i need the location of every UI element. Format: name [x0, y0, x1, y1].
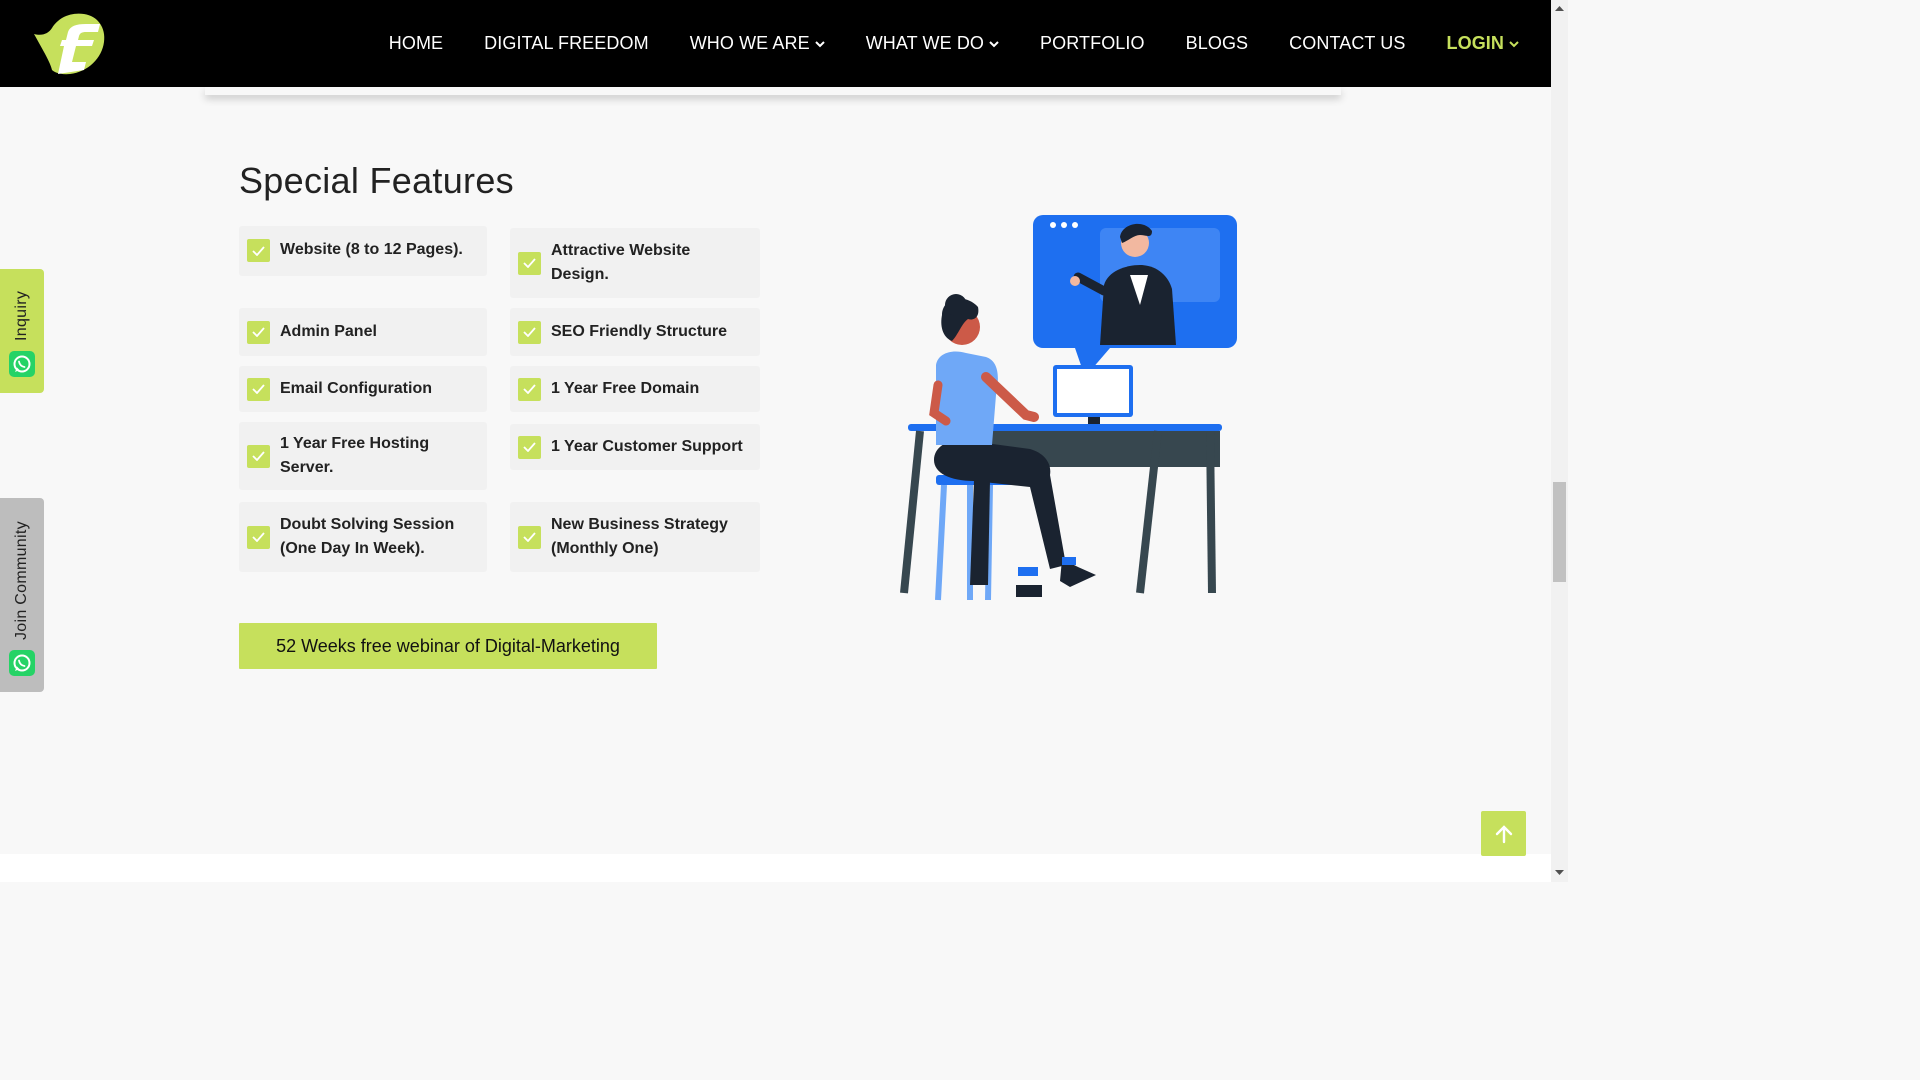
feature-item: 1 Year Free Domain [510, 366, 760, 412]
nav-home[interactable]: HOME [389, 33, 443, 54]
check-icon [247, 320, 270, 344]
feature-item: SEO Friendly Structure [510, 308, 760, 356]
join-community-tab[interactable]: Join Community [0, 498, 44, 692]
nav-what-we-do-label: WHAT WE DO [865, 33, 985, 53]
feature-label: SEO Friendly Structure [551, 323, 728, 340]
check-icon [518, 525, 541, 549]
brand-logo[interactable] [30, 12, 106, 76]
nav-who-we-are-label: WHO WE ARE [689, 33, 810, 53]
nav-home-label: HOME [388, 33, 444, 53]
check-icon [247, 525, 270, 549]
feature-item: 1 Year Free Hosting Server. [239, 422, 487, 490]
check-icon [518, 377, 541, 401]
feature-item: Admin Panel [239, 308, 487, 356]
chevron-down-icon [989, 40, 999, 47]
nav-digital-freedom[interactable]: DIGITAL FREEDOM [484, 33, 649, 54]
nav-blogs[interactable]: BLOGS [1186, 33, 1249, 54]
feature-item: New Business Strategy (Monthly One) [510, 502, 760, 572]
whatsapp-icon [9, 351, 35, 377]
nav-contact-us-label: CONTACT US [1289, 33, 1406, 53]
join-community-tab-label: Join Community [13, 521, 30, 640]
feature-label: New Business Strategy (Monthly One) [551, 516, 728, 557]
check-icon [518, 320, 541, 344]
header-shadow-strip [205, 87, 1341, 95]
feature-label: Admin Panel [280, 323, 377, 340]
inquiry-tab-label: Inquiry [13, 290, 30, 341]
webinar-cta-button[interactable]: 52 Weeks free webinar of Digital-Marketi… [239, 623, 657, 669]
nav-digital-freedom-label: DIGITAL FREEDOM [484, 33, 649, 53]
page-scrollbar[interactable] [1551, 0, 1568, 882]
chevron-down-icon [1509, 40, 1519, 47]
scroll-up-arrow-icon[interactable] [1555, 4, 1564, 13]
check-icon [247, 239, 270, 262]
video-call-illustration [900, 215, 1237, 601]
nav-contact-us[interactable]: CONTACT US [1289, 33, 1405, 54]
nav-portfolio[interactable]: PORTFOLIO [1040, 33, 1145, 54]
feature-label: Website (8 to 12 Pages). [280, 241, 463, 258]
feature-item: Doubt Solving Session (One Day In Week). [239, 502, 487, 572]
nav-login[interactable]: LOGIN [1447, 33, 1520, 54]
nav-blogs-label: BLOGS [1185, 33, 1249, 53]
feature-label: Doubt Solving Session (One Day In Week). [280, 516, 455, 557]
nav-login-label: LOGIN [1446, 33, 1504, 53]
check-icon [518, 251, 541, 275]
feature-item: 1 Year Customer Support [510, 424, 760, 470]
scroll-down-arrow-icon[interactable] [1555, 868, 1564, 877]
feature-item: Attractive Website Design. [510, 228, 760, 298]
check-icon [518, 435, 541, 459]
top-navbar: HOME DIGITAL FREEDOM WHO WE ARE WHAT WE … [0, 0, 1551, 87]
whatsapp-icon [9, 650, 35, 676]
inquiry-tab[interactable]: Inquiry [0, 269, 44, 393]
footer-band [0, 854, 1551, 882]
feature-item: Email Configuration [239, 366, 487, 412]
back-to-top-button[interactable] [1481, 811, 1526, 856]
check-icon [247, 444, 270, 468]
feature-label: 1 Year Free Domain [551, 380, 700, 397]
nav-who-we-are[interactable]: WHO WE ARE [690, 33, 825, 54]
nav-what-we-do[interactable]: WHAT WE DO [866, 33, 999, 54]
chevron-down-icon [814, 40, 825, 47]
feature-label: 1 Year Free Hosting Server. [280, 435, 430, 476]
main-nav: HOME DIGITAL FREEDOM WHO WE ARE WHAT WE … [348, 0, 1519, 87]
nav-portfolio-label: PORTFOLIO [1040, 33, 1145, 53]
webinar-cta-label: 52 Weeks free webinar of Digital-Marketi… [276, 635, 620, 656]
feature-label: Email Configuration [280, 380, 432, 397]
scrollbar-thumb[interactable] [1553, 482, 1566, 582]
feature-item: Website (8 to 12 Pages). [239, 226, 487, 276]
feature-label: 1 Year Customer Support [551, 438, 743, 455]
check-icon [247, 377, 270, 401]
section-title: Special Features [239, 160, 514, 201]
arrow-up-icon [1495, 824, 1512, 843]
feature-label: Attractive Website Design. [551, 242, 691, 283]
